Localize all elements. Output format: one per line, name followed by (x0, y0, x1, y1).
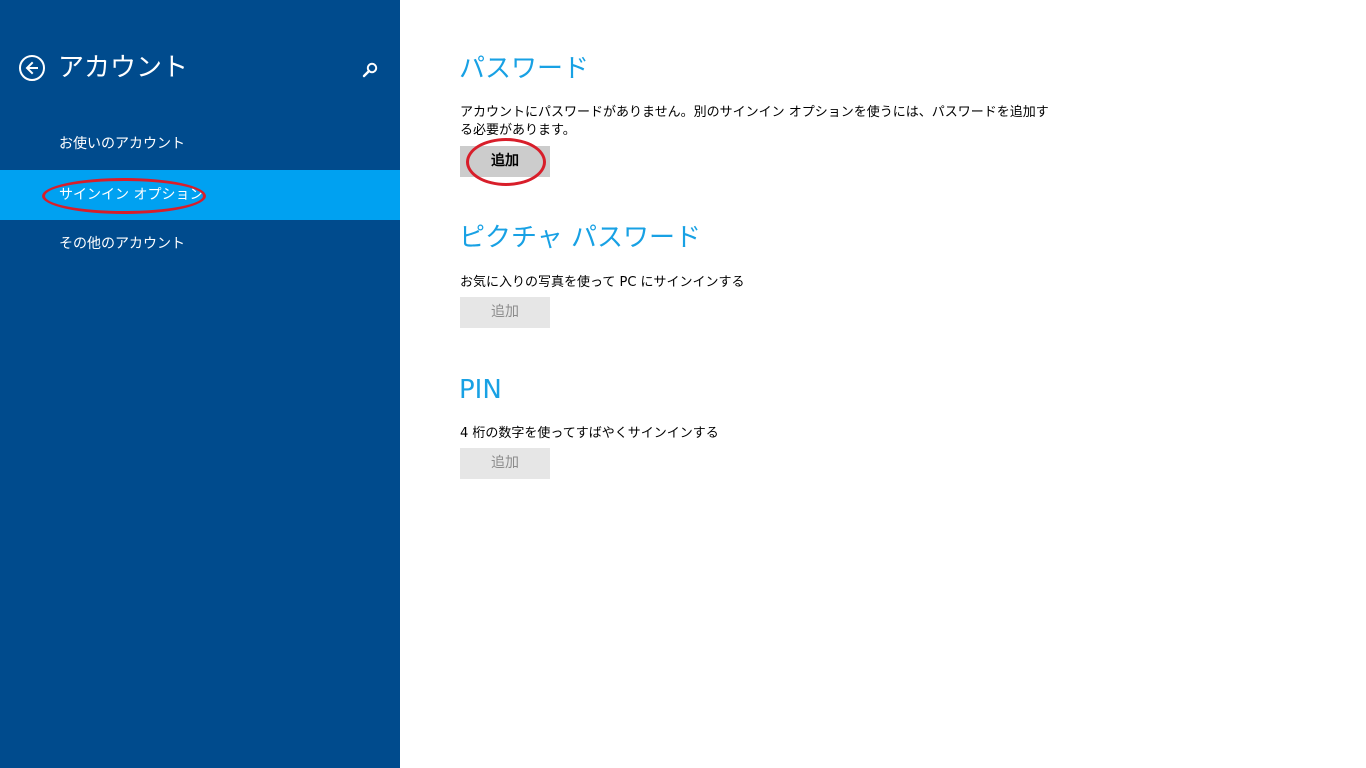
picture-password-description: お気に入りの写真を使って PC にサインインする (460, 275, 745, 290)
sidebar-item-label: サインイン オプション (59, 187, 204, 203)
password-description: アカウントにパスワードがありません。別のサインイン オプションを使うには、パスワ… (460, 105, 1049, 138)
pin-description: 4 桁の数字を使ってすばやくサインインする (460, 426, 719, 441)
back-arrow-icon (25, 61, 38, 75)
settings-window: アカウント お使いのアカウント サインイン オプション その他のアカウント パス… (0, 0, 1366, 768)
add-pin-button[interactable]: 追加 (460, 448, 550, 479)
add-password-button[interactable]: 追加 (460, 146, 550, 177)
search-icon (362, 62, 378, 78)
pane-title: アカウント (58, 53, 189, 83)
sidebar-item-label: お使いのアカウント (59, 136, 185, 152)
sidebar-item-other-accounts[interactable]: その他のアカウント (0, 219, 400, 269)
back-button[interactable] (19, 55, 45, 81)
sidebar: アカウント お使いのアカウント サインイン オプション その他のアカウント (0, 0, 400, 768)
pin-heading: PIN (459, 375, 502, 405)
sidebar-item-sign-in-options[interactable]: サインイン オプション (0, 170, 400, 220)
search-button[interactable] (361, 61, 379, 79)
password-heading: パスワード (459, 54, 590, 84)
sidebar-item-label: その他のアカウント (59, 236, 185, 252)
picture-password-heading: ピクチャ パスワード (459, 223, 702, 253)
sidebar-item-your-account[interactable]: お使いのアカウント (0, 119, 400, 169)
add-picture-password-button[interactable]: 追加 (460, 297, 550, 328)
